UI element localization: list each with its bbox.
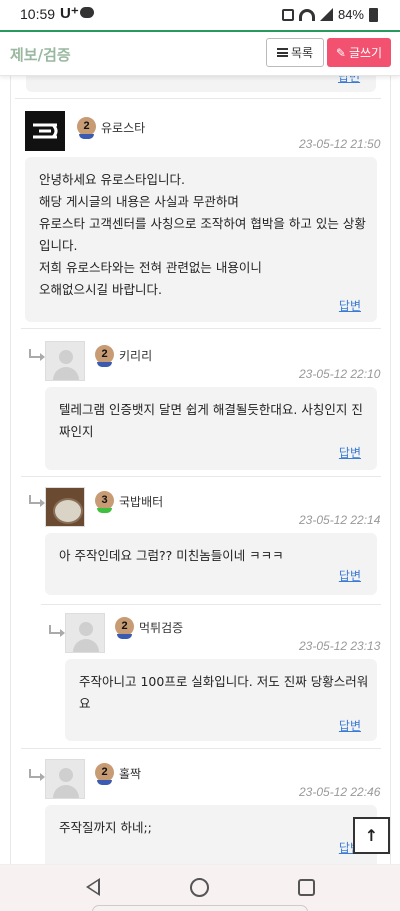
comment-author[interactable]: 먹튀검증 xyxy=(139,619,183,636)
status-time: 10:59 xyxy=(20,6,56,22)
arrow-up-icon: ↑ xyxy=(364,826,379,845)
comment-date: 23-05-12 22:10 xyxy=(299,367,381,381)
mute-icon xyxy=(281,8,294,21)
level-badge: 3 xyxy=(95,491,114,513)
list-button-label: 목록 xyxy=(290,46,314,60)
reply-arrow-icon xyxy=(29,349,45,361)
level-badge: 2 xyxy=(95,345,114,367)
scroll-top-button[interactable]: ↑ xyxy=(353,817,390,854)
comment-text: 주작질까지 하네;; xyxy=(59,820,152,835)
reply-arrow-icon xyxy=(29,769,45,781)
comment-bubble: 안녕하세요 유로스타입니다. 해당 게시글의 내용은 사실과 무관하며 유로스타… xyxy=(25,157,377,322)
back-triangle-icon[interactable] xyxy=(86,878,100,896)
comment-text: 안녕하세요 유로스타입니다. 해당 게시글의 내용은 사실과 무관하며 유로스타… xyxy=(39,172,366,297)
comment-date: 23-05-12 22:46 xyxy=(299,785,381,799)
home-circle-icon[interactable] xyxy=(190,878,209,897)
comment-list: 답변 2 유로스타 23-05-12 21:50 안녕하세요 유로스타입니다. … xyxy=(10,76,391,864)
level-badge: 2 xyxy=(77,117,96,139)
comment-bubble: 주작아니고 100프로 실화입니다. 저도 진짜 당황스러워요 답변 xyxy=(65,659,377,741)
carrier-label: U⁺ xyxy=(60,5,79,22)
avatar xyxy=(45,341,85,381)
reply-arrow-icon xyxy=(49,625,65,637)
reply-link[interactable]: 답변 xyxy=(339,297,361,314)
page-title: 제보/검증 xyxy=(10,46,71,64)
pencil-icon: ✎ xyxy=(335,45,346,60)
avatar xyxy=(25,111,65,151)
comment-text: 아 주작인데요 그럼?? 미친놈들이네 ㅋㅋㅋ xyxy=(59,548,284,563)
avatar xyxy=(45,487,85,527)
comment-text: 텔레그램 인증뱃지 달면 쉽게 해결될듯한대요. 사칭인지 진짜인지 xyxy=(59,402,363,439)
comment-author[interactable]: 홀짝 xyxy=(119,765,141,782)
comment-author[interactable]: 유로스타 xyxy=(101,119,145,136)
navigation-bar xyxy=(0,864,400,911)
comment-item: 2 먹튀검증 23-05-12 23:13 주작아니고 100프로 실화입니다.… xyxy=(41,604,381,748)
comment-date: 23-05-12 22:14 xyxy=(299,513,381,527)
chat-icon xyxy=(80,7,94,18)
eurostar-logo-icon xyxy=(33,123,58,139)
comment-date: 23-05-12 23:13 xyxy=(299,639,381,653)
write-button-label: 글쓰기 xyxy=(348,46,383,60)
level-badge: 2 xyxy=(95,763,114,785)
comment-author[interactable]: 키리리 xyxy=(119,347,152,364)
avatar xyxy=(45,759,85,799)
signal-icon xyxy=(319,8,333,21)
list-button[interactable]: 목록 xyxy=(266,38,324,67)
board-header: 제보/검증 목록 ✎ 글쓰기 xyxy=(0,32,400,76)
recent-square-icon[interactable] xyxy=(298,879,315,896)
comment-author[interactable]: 국밥배터 xyxy=(119,493,163,510)
comment-bubble: 아 주작인데요 그럼?? 미친놈들이네 ㅋㅋㅋ 답변 xyxy=(45,533,377,595)
reply-link[interactable]: 답변 xyxy=(339,717,361,734)
comment-item: 2 유로스타 23-05-12 21:50 안녕하세요 유로스타입니다. 해당 … xyxy=(15,98,381,328)
comment-date: 23-05-12 21:50 xyxy=(299,137,381,151)
status-bar: 10:59 U⁺ 84% xyxy=(0,0,400,30)
reply-link[interactable]: 답변 xyxy=(339,444,361,461)
comment-bubble: 주작질까지 하네;; 답변 xyxy=(45,805,377,864)
reply-arrow-icon xyxy=(29,495,45,507)
reply-link[interactable]: 답변 xyxy=(338,76,360,85)
comment-item: 2 키리리 23-05-12 22:10 텔레그램 인증뱃지 달면 쉽게 해결될… xyxy=(21,328,381,476)
level-badge: 2 xyxy=(115,617,134,639)
comment-bubble: 텔레그램 인증뱃지 달면 쉽게 해결될듯한대요. 사칭인지 진짜인지 답변 xyxy=(45,387,377,470)
avatar xyxy=(65,613,105,653)
gesture-pill xyxy=(92,905,308,911)
list-icon xyxy=(276,48,288,57)
reply-link[interactable]: 답변 xyxy=(339,567,361,584)
comment-text: 주작아니고 100프로 실화입니다. 저도 진짜 당황스러워요 xyxy=(79,674,369,711)
comment-item: 3 국밥배터 23-05-12 22:14 아 주작인데요 그럼?? 미친놈들이… xyxy=(21,476,381,604)
comment-item: 2 홀짝 23-05-12 22:46 주작질까지 하네;; 답변 xyxy=(21,748,381,864)
battery-percent: 84% xyxy=(337,7,364,22)
wifi-icon xyxy=(298,8,315,21)
battery-icon xyxy=(369,7,378,22)
previous-comment-bubble xyxy=(26,76,376,92)
write-button[interactable]: ✎ 글쓰기 xyxy=(327,38,391,67)
